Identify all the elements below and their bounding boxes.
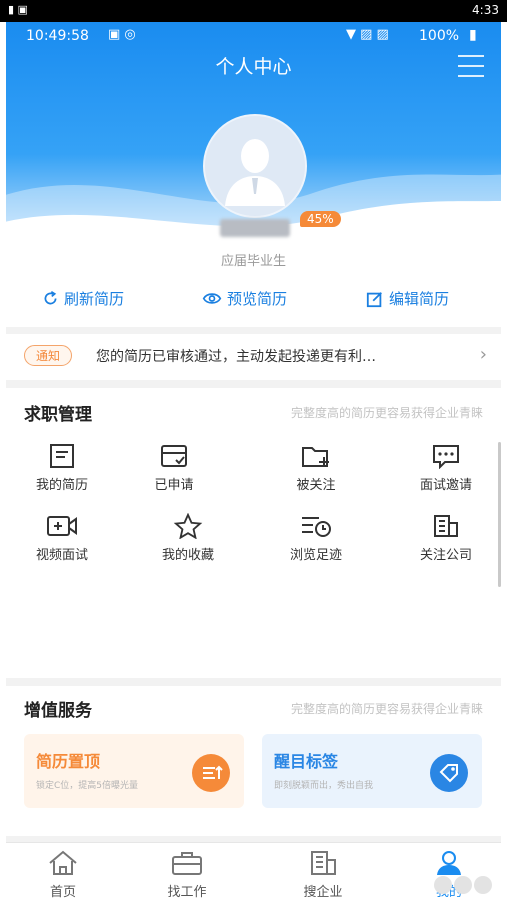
status-time: 10:49:58 bbox=[26, 28, 89, 44]
tag-icon bbox=[430, 754, 468, 792]
grid-label: 面试邀请 bbox=[419, 478, 472, 493]
menu-icon[interactable] bbox=[458, 55, 484, 77]
value-services-card: 增值服务 完整度高的简历更容易获得企业青睐 简历置顶 锁定C位，提高5倍曝光量 … bbox=[6, 686, 501, 836]
status-icons: ▣ ◎ bbox=[108, 27, 136, 42]
app-frame: 10:49:58 ▣ ◎ ▼ ▨ ▨ 100% ▮ 个人中心 45% 应届毕业生… bbox=[6, 22, 501, 907]
edit-icon bbox=[366, 291, 382, 307]
page-title: 个人中心 bbox=[215, 56, 292, 78]
grid-item-favorites[interactable]: 我的收藏 bbox=[128, 513, 248, 563]
grid-item-browse-history[interactable]: 浏览足迹 bbox=[256, 513, 376, 563]
scrollbar[interactable] bbox=[498, 442, 501, 587]
edit-resume-label: 编辑简历 bbox=[389, 290, 450, 308]
grid-label: 已申请 bbox=[154, 478, 194, 493]
preview-resume-label: 预览简历 bbox=[227, 290, 288, 308]
grid-item-video-interview[interactable]: 视频面试 bbox=[6, 513, 122, 563]
star-icon bbox=[173, 513, 203, 539]
company-icon bbox=[311, 851, 336, 875]
signal-icon: ▼ ▨ ▨ bbox=[346, 27, 389, 42]
refresh-resume-label: 刷新简历 bbox=[64, 290, 125, 308]
chat-icon bbox=[433, 445, 459, 469]
refresh-icon bbox=[44, 290, 57, 305]
device-time: 4:33 bbox=[472, 3, 499, 17]
video-icon bbox=[47, 516, 77, 536]
tab-home[interactable]: 首页 bbox=[18, 849, 108, 900]
section-hint: 完整度高的简历更容易获得企业青睐 bbox=[290, 702, 483, 716]
tile-title: 醒目标签 bbox=[274, 752, 339, 771]
tile-highlight-tag[interactable]: 醒目标签 即刻脱颖而出，秀出自我 bbox=[262, 734, 482, 808]
grid-item-followed[interactable]: 被关注 bbox=[256, 443, 376, 493]
section-title-value-services: 增值服务 bbox=[24, 701, 92, 721]
resume-icon bbox=[50, 444, 74, 468]
app-status-bar: 10:49:58 ▣ ◎ ▼ ▨ ▨ 100% ▮ bbox=[6, 22, 501, 48]
resume-actions: 刷新简历 预览简历 编辑简历 bbox=[6, 288, 501, 314]
notice-bar[interactable]: 通知 您的简历已审核通过，主动发起投递更有利… › bbox=[6, 334, 501, 380]
grid-item-interview-invites[interactable]: 面试邀请 bbox=[386, 443, 501, 493]
grid-label: 关注公司 bbox=[419, 548, 472, 563]
notice-badge: 通知 bbox=[24, 345, 73, 366]
briefcase-icon bbox=[172, 852, 202, 875]
bottom-tab-bar: 首页 找工作 搜企业 我的 bbox=[6, 842, 501, 907]
tab-find-jobs[interactable]: 找工作 bbox=[142, 849, 232, 900]
notice-text: 您的简历已审核通过，主动发起投递更有利… bbox=[96, 349, 376, 365]
watermark-logo bbox=[433, 873, 497, 901]
tile-title: 简历置顶 bbox=[36, 752, 101, 771]
section-title-job-management: 求职管理 bbox=[24, 405, 92, 425]
edit-resume-button[interactable]: 编辑简历 bbox=[366, 288, 449, 309]
tile-resume-top[interactable]: 简历置顶 锁定C位，提高5倍曝光量 bbox=[24, 734, 244, 808]
tab-search-companies[interactable]: 搜企业 bbox=[278, 849, 368, 900]
user-status: 应届毕业生 bbox=[220, 254, 286, 269]
building-icon bbox=[434, 515, 458, 537]
tab-label: 找工作 bbox=[167, 885, 207, 900]
avatar[interactable] bbox=[203, 114, 307, 218]
tab-label: 搜企业 bbox=[303, 885, 343, 900]
grid-item-applied[interactable]: 已申请 bbox=[114, 443, 234, 493]
tab-label: 首页 bbox=[49, 885, 76, 900]
preview-resume-button[interactable]: 预览简历 bbox=[202, 288, 287, 309]
top-up-icon bbox=[192, 754, 230, 792]
battery-level: 100% bbox=[419, 28, 460, 44]
history-icon bbox=[302, 517, 331, 537]
grid-label: 我的收藏 bbox=[161, 548, 214, 563]
grid-item-my-resume[interactable]: 我的简历 bbox=[6, 443, 122, 493]
grid-label: 视频面试 bbox=[35, 548, 88, 563]
completion-badge: 45% bbox=[300, 211, 341, 227]
battery-icon: ▮ bbox=[469, 27, 477, 43]
grid-label: 浏览足迹 bbox=[289, 548, 342, 563]
followed-folder-icon bbox=[302, 447, 329, 467]
eye-icon bbox=[202, 293, 222, 304]
tile-subtitle: 即刻脱颖而出，秀出自我 bbox=[274, 781, 374, 791]
home-icon bbox=[49, 850, 77, 875]
tile-subtitle: 锁定C位，提高5倍曝光量 bbox=[36, 781, 139, 791]
notification-icons: ▮ ▣ bbox=[8, 3, 28, 16]
grid-item-followed-companies[interactable]: 关注公司 bbox=[386, 513, 501, 563]
applied-icon bbox=[161, 445, 187, 467]
refresh-resume-button[interactable]: 刷新简历 bbox=[42, 288, 124, 309]
default-avatar-icon bbox=[205, 116, 305, 216]
user-name-blurred bbox=[220, 219, 290, 237]
section-hint: 完整度高的简历更容易获得企业青睐 bbox=[290, 406, 483, 420]
job-management-card: 求职管理 完整度高的简历更容易获得企业青睐 我的简历 已申请 被关注 面试邀请 … bbox=[6, 388, 501, 678]
chevron-right-icon: › bbox=[479, 344, 487, 365]
grid-label: 被关注 bbox=[296, 478, 336, 493]
device-status-bar: ▮ ▣ 4:33 bbox=[0, 0, 507, 22]
grid-label: 我的简历 bbox=[35, 478, 88, 493]
